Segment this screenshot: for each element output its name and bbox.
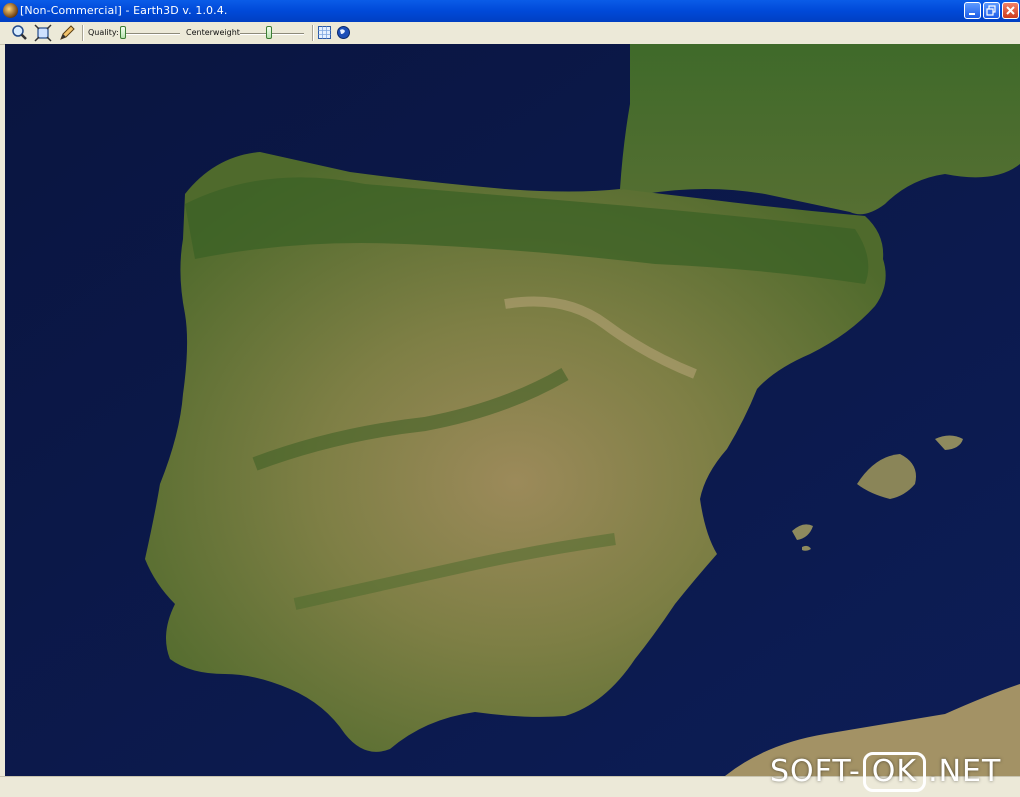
restore-button[interactable]: [983, 2, 1000, 19]
toolbar: Quality: Centerweight: [0, 22, 1020, 45]
grid-button[interactable]: [317, 25, 335, 43]
watermark-prefix: SOFT-: [770, 754, 861, 789]
title-bar[interactable]: [Non-Commercial] - Earth3D v. 1.0.4.: [0, 0, 1020, 22]
watermark-boxed: OK: [862, 752, 927, 792]
globe-icon: [337, 26, 350, 39]
map-viewport[interactable]: [5, 44, 1020, 776]
globe-button[interactable]: [336, 25, 354, 43]
centerweight-slider-thumb[interactable]: [266, 26, 273, 39]
close-icon: [1006, 6, 1015, 15]
watermark: SOFT- OK .NET: [770, 752, 1001, 792]
pencil-icon: [60, 25, 75, 40]
restore-icon: [986, 5, 996, 16]
draw-button[interactable]: [58, 24, 76, 42]
grid-icon: [318, 26, 331, 39]
quality-label: Quality:: [88, 28, 119, 37]
zoom-in-button[interactable]: [10, 24, 28, 42]
minimize-icon: [969, 13, 975, 15]
window-title: [Non-Commercial] - Earth3D v. 1.0.4.: [20, 4, 228, 17]
zoom-in-icon: [12, 25, 27, 40]
watermark-suffix: .NET: [928, 754, 1002, 789]
fullscreen-button[interactable]: [34, 24, 52, 42]
satellite-map[interactable]: [5, 44, 1020, 776]
minimize-button[interactable]: [964, 2, 981, 19]
quality-slider-thumb[interactable]: [120, 26, 126, 39]
app-icon[interactable]: [3, 3, 18, 18]
centerweight-label: Centerweight: [186, 28, 240, 37]
close-button[interactable]: [1002, 2, 1019, 19]
quality-slider-track[interactable]: [120, 33, 180, 35]
toolbar-separator: [312, 25, 314, 41]
toolbar-separator: [82, 25, 84, 41]
fullscreen-icon: [34, 24, 52, 42]
